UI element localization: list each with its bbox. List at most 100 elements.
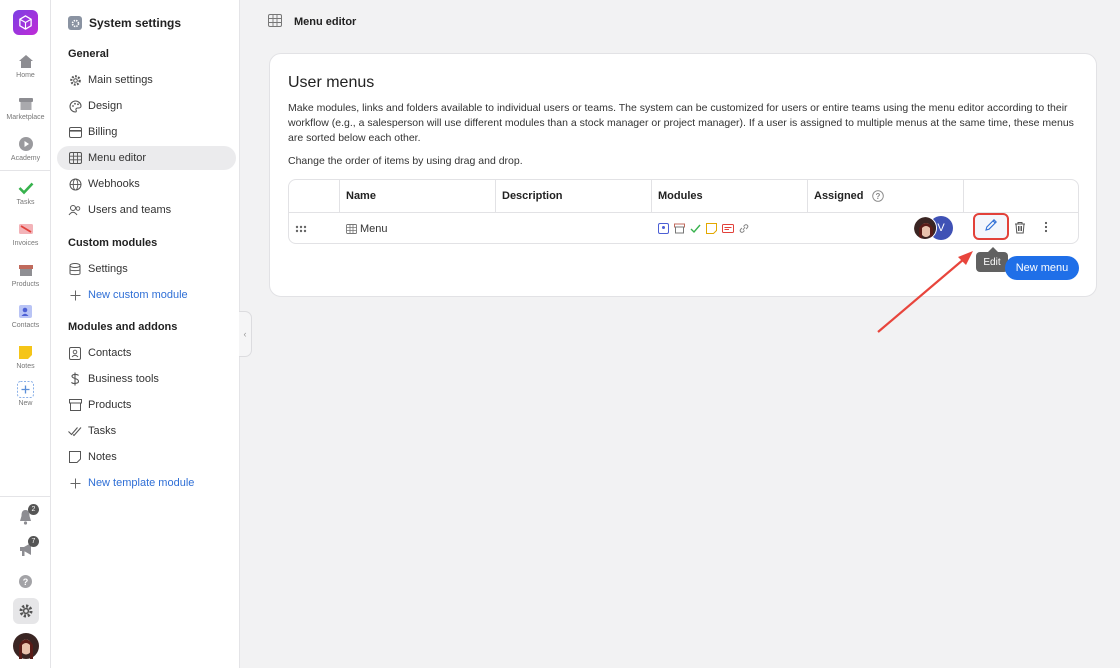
nav-notes[interactable]: Notes: [57, 445, 236, 469]
nav-custom-settings[interactable]: Settings: [57, 257, 236, 281]
grid-icon: [346, 223, 357, 234]
contact-icon: [16, 302, 36, 320]
nav-billing[interactable]: Billing: [57, 120, 236, 144]
nav-main-settings[interactable]: Main settings: [57, 68, 236, 92]
nav-design[interactable]: Design: [57, 94, 236, 118]
page-header: Menu editor: [268, 14, 356, 30]
invoices-module-icon: [722, 223, 734, 234]
nav-new-template-module[interactable]: New template module: [57, 471, 236, 495]
announcements-button[interactable]: 7: [0, 536, 51, 558]
help-button[interactable]: ?: [0, 572, 51, 590]
app-rail: Home Marketplace Academy Tasks Invoices …: [0, 0, 51, 668]
rail-label: New: [18, 400, 33, 407]
nav-label: New custom module: [88, 289, 188, 301]
nav-label: Webhooks: [88, 178, 140, 190]
user-avatar[interactable]: [0, 633, 51, 659]
nav-contacts[interactable]: Contacts: [57, 341, 236, 365]
more-options-button[interactable]: [1044, 213, 1048, 244]
app-logo-icon[interactable]: [13, 10, 38, 35]
rail-label: Invoices: [12, 240, 39, 247]
nav-users-and-teams[interactable]: Users and teams: [57, 198, 236, 222]
rail-home[interactable]: Home: [0, 52, 51, 79]
rail-divider: [0, 496, 51, 497]
nav-products[interactable]: Products: [57, 393, 236, 417]
rail-divider: [0, 170, 51, 171]
rail-notes[interactable]: Notes: [0, 343, 51, 370]
settings-app-icon: [68, 16, 82, 30]
pencil-icon: [984, 218, 998, 235]
drag-handle-icon[interactable]: [295, 213, 307, 244]
chevron-left-icon: ‹: [243, 329, 247, 339]
sidebar-title: System settings: [68, 16, 181, 30]
svg-text:?: ?: [875, 192, 880, 201]
settings-sidebar: System settings General Main settings De…: [51, 0, 240, 668]
note-icon: [16, 343, 36, 361]
delete-button[interactable]: [1014, 213, 1026, 244]
rail-new[interactable]: New: [0, 380, 51, 407]
rail-label: Academy: [10, 155, 41, 162]
new-menu-button[interactable]: New menu: [1005, 256, 1079, 280]
menu-name: Menu: [360, 222, 388, 235]
database-icon: [68, 262, 82, 276]
help-icon[interactable]: ?: [871, 190, 884, 202]
home-icon: [16, 52, 36, 70]
gear-icon: [12, 598, 39, 624]
rail-marketplace[interactable]: Marketplace: [0, 94, 51, 121]
settings-button[interactable]: [0, 598, 51, 624]
nav-tasks[interactable]: Tasks: [57, 419, 236, 443]
edit-tooltip: Edit: [976, 247, 1008, 272]
notes-module-icon: [706, 223, 717, 234]
nav-label: Settings: [88, 263, 128, 275]
edit-button[interactable]: [973, 213, 1009, 240]
plus-icon: [16, 380, 36, 398]
link-module-icon: [738, 223, 749, 234]
globe-icon: [68, 177, 82, 191]
nav-label: Contacts: [88, 347, 132, 359]
nav-label: Design: [88, 100, 123, 112]
double-check-icon: [68, 424, 82, 438]
nav-label: Tasks: [88, 425, 117, 437]
rail-invoices[interactable]: Invoices: [0, 220, 51, 247]
card-title: User menus: [288, 74, 375, 91]
rail-tasks[interactable]: Tasks: [0, 179, 51, 206]
rail-label: Marketplace: [6, 114, 45, 121]
contact-module-icon: [658, 223, 669, 234]
kebab-icon: [1044, 221, 1048, 236]
sidebar-collapse-handle[interactable]: ‹: [239, 311, 252, 357]
box-icon: [68, 398, 82, 412]
col-drag: [289, 180, 340, 212]
nav-webhooks[interactable]: Webhooks: [57, 172, 236, 196]
products-module-icon: [674, 223, 685, 234]
nav-label: Main settings: [88, 74, 153, 86]
rail-label: Tasks: [16, 199, 35, 206]
plus-icon: [68, 288, 82, 302]
drag-hint: Change the order of items by using drag …: [288, 155, 523, 167]
nav-business-tools[interactable]: Business tools: [57, 367, 236, 391]
avatar-letter: V: [937, 222, 945, 234]
palette-icon: [68, 99, 82, 113]
dollar-icon: [68, 372, 82, 386]
col-assigned-label: Assigned: [814, 190, 864, 202]
svg-text:?: ?: [23, 577, 29, 587]
nav-menu-editor[interactable]: Menu editor: [57, 146, 236, 170]
rail-label: Home: [16, 72, 35, 79]
assigned-avatars: V: [913, 213, 961, 244]
rail-contacts[interactable]: Contacts: [0, 302, 51, 329]
contact-card-icon: [68, 346, 82, 360]
rail-products[interactable]: Products: [0, 261, 51, 288]
col-assigned: Assigned ?: [808, 180, 964, 212]
nav-label: Notes: [88, 451, 117, 463]
users-icon: [68, 203, 82, 217]
card-description: Make modules, links and folders availabl…: [288, 102, 1074, 144]
plus-icon: [68, 476, 82, 490]
col-description: Description: [496, 180, 652, 212]
gear-icon: [68, 73, 82, 87]
col-modules: Modules: [652, 180, 808, 212]
notifications-badge: 2: [28, 504, 39, 515]
avatar: [12, 633, 39, 659]
sidebar-title-text: System settings: [89, 16, 182, 30]
notifications-button[interactable]: 2: [0, 504, 51, 526]
grid-icon: [68, 151, 82, 165]
nav-new-custom-module[interactable]: New custom module: [57, 283, 236, 307]
rail-academy[interactable]: Academy: [0, 135, 51, 162]
